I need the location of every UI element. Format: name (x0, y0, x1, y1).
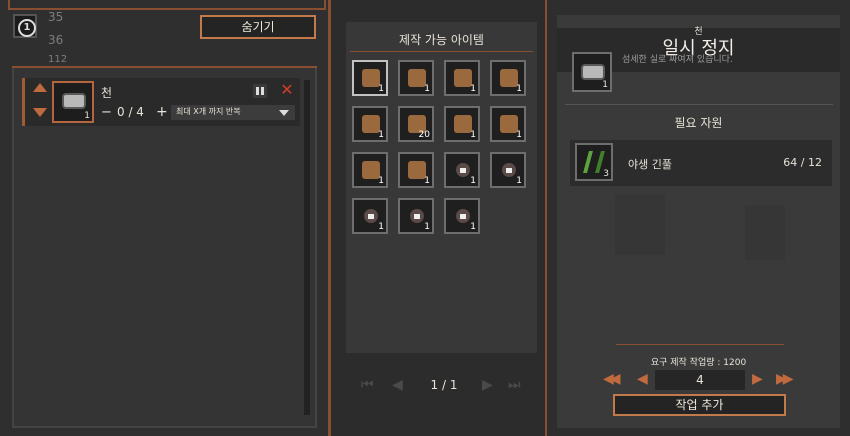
page-indicator: 1 / 1 (430, 378, 458, 392)
craftable-item-slot[interactable]: 1 (398, 152, 434, 188)
item-count: 1 (470, 222, 476, 232)
repeat-option: 최대 X개 까지 반복 (176, 107, 241, 116)
priority-down-icon[interactable] (33, 108, 47, 117)
cloth-roll-icon (62, 93, 86, 109)
bg-decoration (745, 205, 785, 260)
required-resources-title: 필요 자원 (674, 116, 723, 130)
info-icon[interactable]: 1 (13, 14, 37, 38)
bg-number: 112 (48, 54, 68, 65)
add-job-button[interactable]: 작업 추가 (613, 394, 786, 416)
queue-item[interactable]: 1 천 ✕ − 0 / 4 + 최대 X개 까지 반복 (22, 78, 300, 126)
item-count: 1 (424, 176, 430, 186)
prev-page-icon[interactable]: ◀ (392, 377, 403, 393)
craftable-item-slot[interactable]: 1 (444, 106, 480, 142)
resource-amount: 64 / 12 (783, 156, 822, 169)
repeat-dropdown[interactable]: 최대 X개 까지 반복 (171, 105, 295, 120)
title-underline (350, 51, 533, 52)
minus-button[interactable]: − (101, 105, 112, 120)
craftable-item-slot[interactable]: 1 (352, 106, 388, 142)
increase-icon[interactable]: ▶ (752, 371, 763, 387)
item-count: 1 (516, 176, 522, 186)
craftable-item-slot[interactable]: 1 (398, 60, 434, 96)
craftable-item-slot[interactable]: 1 (444, 198, 480, 234)
item-count: 1 (424, 84, 430, 94)
scrollbar[interactable] (304, 80, 310, 415)
lock-icon (456, 163, 470, 177)
decrease-max-icon[interactable]: ◀◀ (603, 371, 620, 387)
next-page-icon[interactable]: ▶ (482, 377, 493, 393)
craftable-item-slot[interactable]: 1 (444, 152, 480, 188)
close-icon[interactable]: ✕ (279, 82, 295, 98)
bg-number: 35 (48, 10, 64, 24)
progress-text: 0 / 4 (117, 105, 144, 119)
craftable-item-slot[interactable]: 1 (398, 198, 434, 234)
list-separator (12, 66, 317, 68)
priority-up-icon[interactable] (33, 83, 47, 92)
hide-button[interactable]: 숨기기 (200, 15, 316, 39)
craftable-item-slot[interactable]: 1 (352, 152, 388, 188)
item-count: 1 (470, 130, 476, 140)
craftable-item-slot[interactable]: 1 (490, 106, 526, 142)
wild-grass-icon (583, 151, 605, 173)
craftable-item-slot[interactable]: 1 (490, 152, 526, 188)
item-count: 1 (470, 176, 476, 186)
craftable-item-slot[interactable]: 1 (490, 60, 526, 96)
item-count: 1 (378, 176, 384, 186)
item-description: 섬세한 실로 짜여져 있습니다. (622, 55, 733, 65)
last-page-icon[interactable]: ⏭ (508, 377, 521, 393)
item-count: 1 (516, 84, 522, 94)
left-panel-frame (8, 0, 326, 10)
chevron-down-icon (279, 110, 289, 116)
resource-row: 3 야생 긴풀 64 / 12 (570, 140, 832, 186)
item-count: 1 (378, 222, 384, 232)
cloth-roll-icon (581, 64, 605, 80)
queue-item-name: 천 (101, 86, 113, 100)
pause-button[interactable] (253, 84, 267, 98)
item-count: 1 (470, 84, 476, 94)
queue-item-icon: 1 (52, 81, 94, 123)
section-divider (565, 104, 833, 105)
item-count: 1 (378, 84, 384, 94)
resource-count: 3 (603, 169, 609, 179)
craftable-item-slot[interactable]: 1 (352, 60, 388, 96)
middle-title: 제작 가능 아이템 (399, 33, 484, 47)
detail-item-count: 1 (602, 80, 608, 90)
lock-icon (364, 209, 378, 223)
increase-max-icon[interactable]: ▶▶ (776, 371, 793, 387)
plus-button[interactable]: + (156, 104, 168, 120)
queue-item-count: 1 (84, 111, 90, 121)
craftable-item-slot[interactable]: 1 (352, 198, 388, 234)
lock-icon (456, 209, 470, 223)
bg-decoration (615, 195, 665, 255)
first-page-icon[interactable]: ⏮ (361, 377, 374, 393)
craftable-item-slot[interactable]: 20 (398, 106, 434, 142)
quantity-field[interactable]: 4 (655, 370, 745, 390)
resource-icon: 3 (575, 143, 613, 181)
required-work: 요구 제작 작업량 : 1200 (650, 358, 747, 368)
item-count: 20 (418, 130, 430, 140)
resource-name: 야생 긴풀 (628, 158, 672, 171)
item-count: 1 (378, 130, 384, 140)
craftable-item-slot[interactable]: 1 (444, 60, 480, 96)
decrease-icon[interactable]: ◀ (637, 371, 648, 387)
lock-icon (502, 163, 516, 177)
quantity-value: 4 (696, 373, 704, 387)
bg-number: 36 (48, 33, 64, 47)
item-count: 1 (516, 130, 522, 140)
lock-icon (410, 209, 424, 223)
detail-item-icon: 1 (572, 52, 612, 92)
work-divider (616, 344, 784, 345)
item-count: 1 (424, 222, 430, 232)
